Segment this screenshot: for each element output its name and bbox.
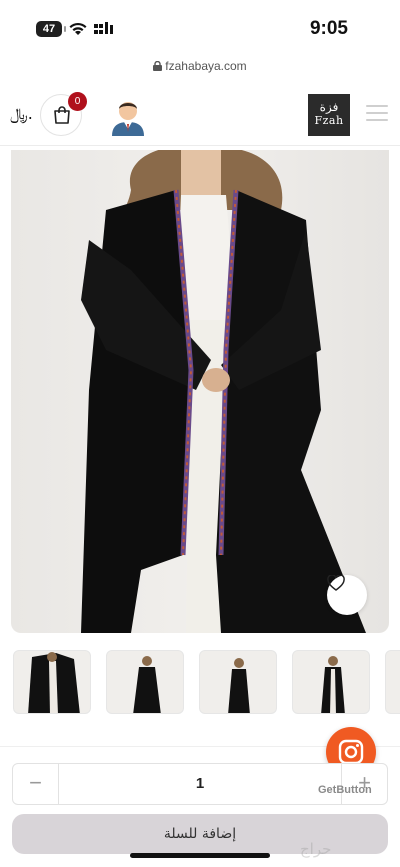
brand-logo[interactable]: فزة Fzah	[308, 94, 350, 136]
abaya-photo	[81, 150, 366, 633]
url-bar[interactable]: fzahabaya.com	[0, 59, 400, 77]
lock-icon	[153, 61, 163, 71]
url-text: fzahabaya.com	[165, 59, 247, 73]
quantity-decrease-button[interactable]: −	[13, 764, 59, 804]
battery-indicator: 47	[36, 21, 66, 37]
shopping-bag-icon	[54, 106, 70, 124]
thumbnail-item[interactable]	[13, 650, 91, 714]
cart-count-badge: 0	[68, 92, 87, 111]
thumbnail-item[interactable]	[385, 650, 400, 714]
thumbnail-strip	[0, 650, 400, 716]
thumbnail-image	[228, 658, 250, 713]
cart-button[interactable]: 0	[40, 92, 87, 136]
thumbnail-item[interactable]	[199, 650, 277, 714]
heart-icon	[327, 575, 345, 591]
quantity-value[interactable]: 1	[59, 764, 341, 804]
status-bar: 47 9:05	[0, 0, 400, 56]
add-to-cart-button[interactable]: إضافة للسلة	[12, 814, 388, 854]
thumbnail-item[interactable]	[106, 650, 184, 714]
currency-selector[interactable]: ﷼.	[10, 104, 33, 124]
logo-arabic-text: فزة	[319, 100, 339, 114]
home-indicator[interactable]	[130, 853, 270, 858]
thumbnail-item[interactable]	[292, 650, 370, 714]
logo-english-text: Fzah	[314, 114, 344, 127]
signal-icon	[94, 22, 113, 34]
thumbnail-image	[133, 656, 161, 713]
instagram-icon	[338, 739, 364, 765]
watermark: حراج	[300, 840, 332, 858]
wifi-icon	[69, 22, 87, 35]
hamburger-menu-icon[interactable]	[366, 105, 388, 123]
clock: 9:05	[309, 18, 348, 39]
site-header: ﷼. 0 فزة Fzah	[0, 88, 400, 146]
user-avatar-icon[interactable]	[110, 96, 146, 136]
getbutton-credit[interactable]: GetButton	[318, 784, 372, 796]
product-main-image[interactable]	[11, 150, 389, 633]
thumbnail-image	[28, 652, 80, 713]
wishlist-button[interactable]	[327, 575, 367, 615]
thumbnail-image	[321, 656, 345, 713]
